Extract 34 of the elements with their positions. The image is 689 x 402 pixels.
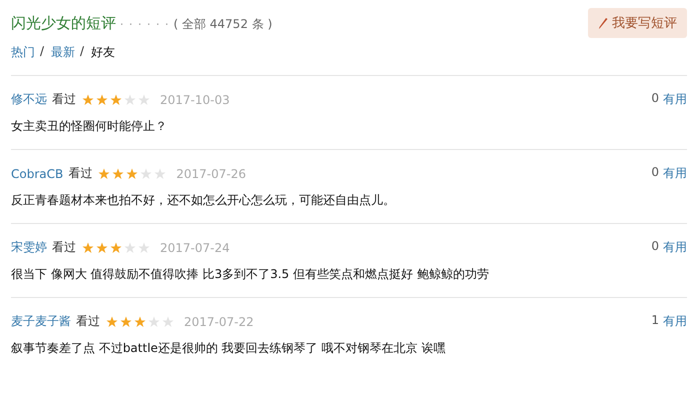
comment-date: 2017-07-22 [184, 314, 254, 328]
user-name[interactable]: 麦子麦子酱 [11, 313, 71, 330]
comment-text: 很当下 像网大 值得鼓励不值得吹捧 比3多到不了3.5 但有些笑点和燃点挺好 鲍鲸鲸的功劳 [11, 266, 490, 283]
user-name[interactable]: 宋雯婷 [11, 239, 47, 256]
vote-count: 0 [651, 91, 659, 107]
watch-status: 看过 [52, 239, 76, 256]
user-name[interactable]: CobraCB [11, 166, 64, 180]
watch-status: 看过 [76, 313, 100, 330]
comment-date: 2017-10-03 [160, 92, 230, 106]
vote-count: 1 [651, 313, 659, 329]
comment-date: 2017-07-26 [176, 166, 246, 180]
tab-separator: / [40, 44, 44, 60]
user-name[interactable]: 修不远 [11, 91, 47, 108]
pencil-icon [598, 17, 608, 29]
comment-text: 叙事节奏差了点 不过battle还是很帅的 我要回去练钢琴了 哦不对钢琴在北京 诶嘿 [11, 340, 446, 357]
comment-text: 女主卖丑的怪圈何时能停止？ [11, 118, 168, 135]
filter-tab[interactable]: 好友 [91, 44, 116, 61]
dotted-leader: · · · · · · [120, 18, 170, 30]
vote-count: 0 [651, 239, 659, 255]
useful-link[interactable]: 有用 [663, 165, 687, 182]
comment-count: ( 全部 44752 条 ) [173, 16, 272, 32]
watch-status: 看过 [52, 91, 76, 108]
comment-text: 反正青春题材本来也拍不好，还不如怎么开心怎么玩，可能还自由点儿。 [11, 192, 396, 209]
vote-count: 0 [651, 165, 659, 181]
comment-date: 2017-07-24 [160, 240, 230, 254]
write-review-button[interactable]: 我要写短评 [588, 8, 687, 38]
filter-tab[interactable]: 热门 [11, 44, 35, 61]
watch-status: 看过 [68, 165, 92, 182]
tab-separator: / [80, 44, 84, 60]
useful-link[interactable]: 有用 [663, 239, 687, 256]
useful-link[interactable]: 有用 [663, 91, 687, 108]
useful-link[interactable]: 有用 [663, 313, 687, 330]
filter-tab[interactable]: 最新 [51, 44, 76, 61]
section-title: 闪光少女的短评 [11, 14, 116, 32]
